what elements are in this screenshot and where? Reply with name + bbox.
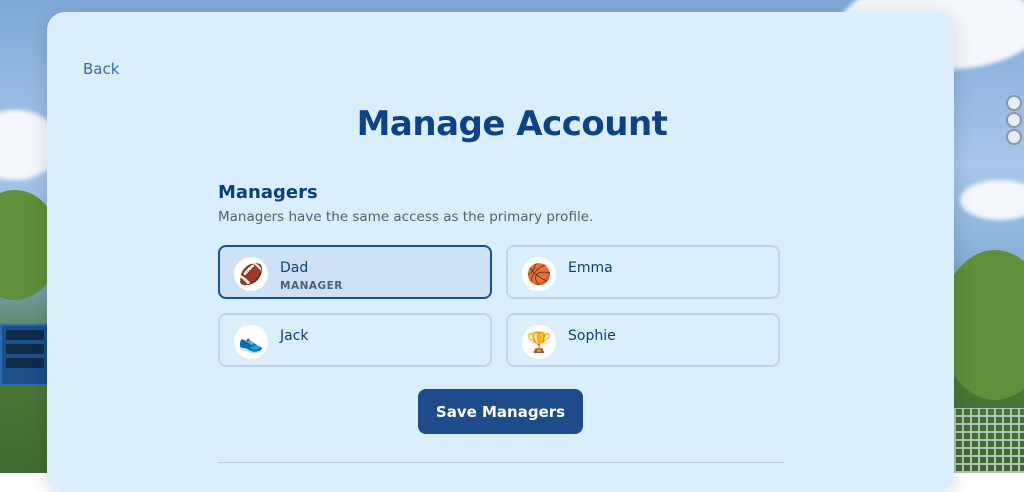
page-title: Manage Account	[0, 104, 1024, 144]
scoreboard	[0, 324, 50, 386]
fence	[954, 408, 1024, 473]
profile-card-jack[interactable]: 👟 Jack	[218, 313, 492, 367]
basketball-icon: 🏀	[522, 257, 556, 291]
section-divider	[218, 462, 784, 463]
profile-card-sophie[interactable]: 🏆 Sophie	[506, 313, 780, 367]
profile-name: Emma	[568, 260, 613, 276]
profile-card-dad[interactable]: 🏈 Dad MANAGER	[218, 245, 492, 299]
profile-name: Jack	[280, 328, 309, 344]
trophy-icon: 🏆	[522, 325, 556, 359]
profile-name: Dad	[280, 260, 308, 276]
back-button[interactable]: Back	[83, 60, 119, 78]
profile-name: Sophie	[568, 328, 616, 344]
sneaker-icon: 👟	[234, 325, 268, 359]
profile-card-emma[interactable]: 🏀 Emma	[506, 245, 780, 299]
managers-section-title: Managers	[218, 182, 318, 203]
football-icon: 🏈	[234, 257, 268, 291]
managers-section-description: Managers have the same access as the pri…	[218, 209, 593, 225]
save-managers-button[interactable]: Save Managers	[418, 389, 583, 434]
profile-role-badge: MANAGER	[280, 280, 343, 292]
